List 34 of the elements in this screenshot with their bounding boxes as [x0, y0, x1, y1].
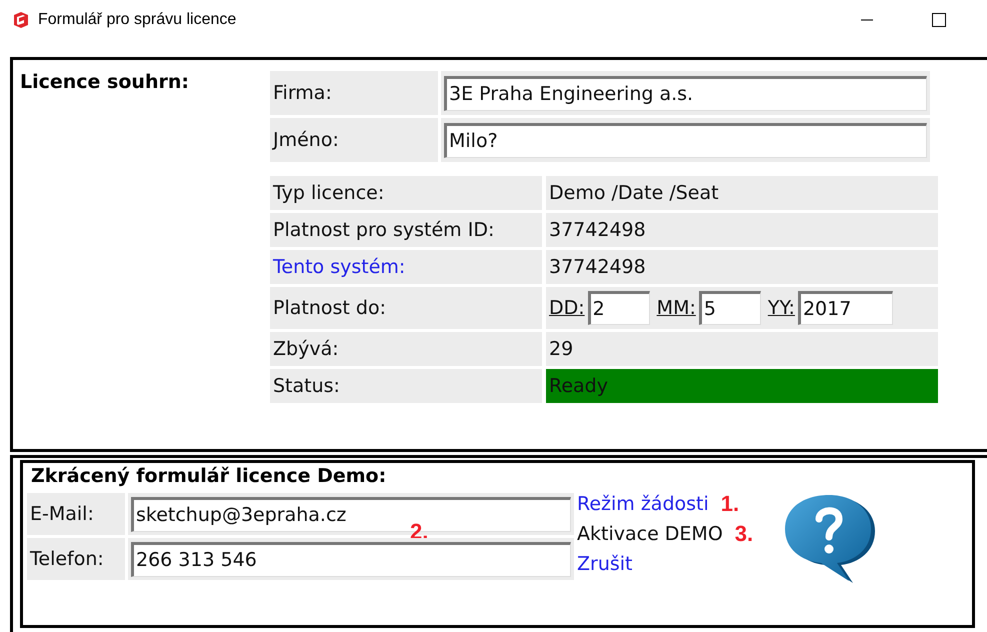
- section-heading: Licence souhrn:: [20, 71, 189, 93]
- input-field[interactable]: 2017: [798, 291, 893, 325]
- field-value: 37742498: [546, 213, 938, 247]
- field-label: Status:: [270, 369, 542, 403]
- step-marker: 1.: [720, 491, 740, 517]
- field-label: Zbývá:: [270, 332, 542, 366]
- input-field[interactable]: 5: [698, 291, 761, 325]
- field-label: Jméno:: [270, 118, 438, 162]
- input-field[interactable]: 3E Praha Engineering a.s.: [444, 76, 927, 110]
- link[interactable]: Režim žádosti: [577, 493, 709, 515]
- date-label: MM:: [656, 297, 696, 319]
- field-label: Platnost do:: [270, 287, 542, 329]
- step-marker: 3.: [734, 521, 754, 547]
- field-value: 37742498: [546, 250, 938, 284]
- input-field[interactable]: 2: [588, 291, 650, 325]
- field-label: Platnost pro systém ID:: [270, 213, 542, 247]
- date-label: DD:: [549, 297, 585, 319]
- field-label: E-Mail:: [27, 493, 125, 535]
- section-heading: Zkrácený formulář licence Demo:: [31, 465, 386, 487]
- date-label: YY:: [768, 297, 795, 319]
- field-value: 29: [546, 332, 938, 366]
- field-label: Typ licence:: [270, 176, 542, 210]
- input-field[interactable]: 266 313 546: [131, 542, 571, 576]
- status-value: Ready: [546, 369, 938, 403]
- input-field[interactable]: Milo?: [444, 122, 927, 158]
- field-label: Firma:: [270, 71, 438, 115]
- field-label: Telefon:: [27, 538, 125, 580]
- field-value: Demo /Date /Seat: [546, 176, 938, 210]
- link[interactable]: Tento systém:: [270, 250, 542, 284]
- maximize-icon[interactable]: [932, 13, 946, 27]
- app-icon: [12, 11, 30, 29]
- window-title: Formulář pro správu licence: [38, 11, 236, 29]
- link[interactable]: Zrušit: [577, 553, 632, 575]
- action-label[interactable]: Aktivace DEMO: [577, 523, 723, 545]
